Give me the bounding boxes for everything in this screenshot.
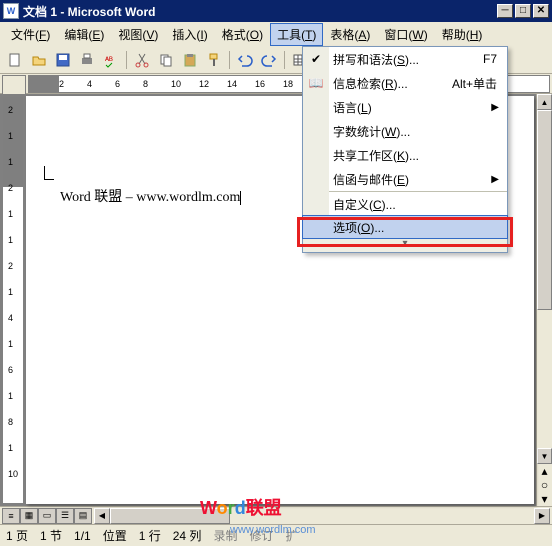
vertical-scrollbar[interactable]: ▲ ▼ ▴ ○ ▾: [536, 94, 552, 506]
scroll-thumb[interactable]: [537, 110, 552, 310]
spell-button[interactable]: ᴬᴮ: [100, 49, 122, 71]
print-button[interactable]: [76, 49, 98, 71]
web-view-button[interactable]: ▦: [20, 508, 38, 524]
normal-view-button[interactable]: ≡: [2, 508, 20, 524]
open-button[interactable]: [28, 49, 50, 71]
minimize-button[interactable]: ─: [497, 4, 513, 18]
cut-button[interactable]: [131, 49, 153, 71]
window-title: 文档 1 - Microsoft Word: [23, 3, 497, 20]
redo-button[interactable]: [258, 49, 280, 71]
submenu-arrow-icon: ▶: [491, 174, 499, 185]
hscroll-row: ≡ ▦ ▭ ☰ ▤ ◀ ▶: [0, 506, 552, 524]
menu-h[interactable]: 帮助(H): [435, 23, 490, 46]
menu-item-label: 共享工作区(K)...: [333, 147, 419, 164]
menu-item-W[interactable]: 字数统计(W)...: [303, 119, 507, 143]
menu-item-label: 拼写和语法(S)...: [333, 51, 419, 68]
menu-i[interactable]: 插入(I): [165, 23, 214, 46]
books-icon: 📖: [307, 76, 325, 90]
menu-item-label: 语言(L): [333, 99, 372, 116]
menu-shortcut: F7: [483, 52, 497, 66]
watermark-url: www.wordlm.com: [230, 524, 316, 536]
scroll-down-button[interactable]: ▼: [537, 448, 552, 464]
ruler-corner: [2, 75, 26, 95]
menu-item-R[interactable]: 📖 信息检索(R)... Alt+单击: [303, 71, 507, 95]
margin-mark: [44, 166, 54, 180]
copy-button[interactable]: [155, 49, 177, 71]
tools-dropdown: ✔ 拼写和语法(S)... F7 📖 信息检索(R)... Alt+单击语言(L) ▶ 字数统…: [302, 46, 508, 253]
next-page-button[interactable]: ▾: [537, 492, 552, 506]
hscroll-thumb[interactable]: [110, 508, 230, 524]
menu-w[interactable]: 窗口(W): [377, 23, 434, 46]
maximize-button[interactable]: □: [515, 4, 531, 18]
format-painter-button[interactable]: [203, 49, 225, 71]
menubar: 文件(F)编辑(E)视图(V)插入(I)格式(O)工具(T)表格(A)窗口(W)…: [0, 22, 552, 46]
scroll-up-button[interactable]: ▲: [537, 94, 552, 110]
expand-menu-chevron[interactable]: ▾: [303, 238, 507, 252]
paste-button[interactable]: [179, 49, 201, 71]
titlebar: W 文档 1 - Microsoft Word ─ □ ✕: [0, 0, 552, 22]
menu-shortcut: Alt+单击: [452, 75, 497, 92]
vertical-ruler[interactable]: 2112112141618110: [2, 96, 24, 504]
save-button[interactable]: [52, 49, 74, 71]
menu-item-label: 自定义(C)...: [333, 196, 396, 213]
scroll-right-button[interactable]: ▶: [534, 508, 550, 524]
horizontal-scrollbar[interactable]: ◀ ▶: [94, 508, 550, 524]
menu-item-K[interactable]: 共享工作区(K)...: [303, 143, 507, 167]
menu-item-label: 选项(O)...: [333, 219, 384, 236]
prev-page-button[interactable]: ▴: [537, 464, 552, 478]
menu-item-E[interactable]: 信函与邮件(E) ▶: [303, 167, 507, 191]
abc-check-icon: ✔: [307, 52, 325, 66]
text-cursor: [240, 191, 241, 205]
menu-e[interactable]: 编辑(E): [57, 23, 111, 46]
menu-item-label: 字数统计(W)...: [333, 123, 410, 140]
menu-t[interactable]: 工具(T): [270, 23, 323, 46]
submenu-arrow-icon: ▶: [491, 102, 499, 113]
menu-f[interactable]: 文件(F): [4, 23, 57, 46]
menu-v[interactable]: 视图(V): [111, 23, 165, 46]
undo-button[interactable]: [234, 49, 256, 71]
print-view-button[interactable]: ▭: [38, 508, 56, 524]
outline-view-button[interactable]: ☰: [56, 508, 74, 524]
menu-item-label: 信函与邮件(E): [333, 171, 409, 188]
menu-item-O[interactable]: 选项(O)...: [302, 215, 508, 239]
new-doc-button[interactable]: [4, 49, 26, 71]
menu-o[interactable]: 格式(O): [215, 23, 270, 46]
menu-item-S[interactable]: ✔ 拼写和语法(S)... F7: [303, 47, 507, 71]
scroll-track[interactable]: [537, 110, 552, 448]
menu-a[interactable]: 表格(A): [323, 23, 377, 46]
reading-view-button[interactable]: ▤: [74, 508, 92, 524]
menu-item-L[interactable]: 语言(L) ▶: [303, 95, 507, 119]
document-text[interactable]: Word 联盟 – www.wordlm.com: [60, 190, 240, 205]
app-icon: W: [3, 3, 19, 19]
browse-object-button[interactable]: ○: [537, 478, 552, 492]
menu-item-label: 信息检索(R)...: [333, 75, 408, 92]
menu-item-C[interactable]: 自定义(C)...: [303, 192, 507, 216]
scroll-left-button[interactable]: ◀: [94, 508, 110, 524]
close-button[interactable]: ✕: [533, 4, 549, 18]
